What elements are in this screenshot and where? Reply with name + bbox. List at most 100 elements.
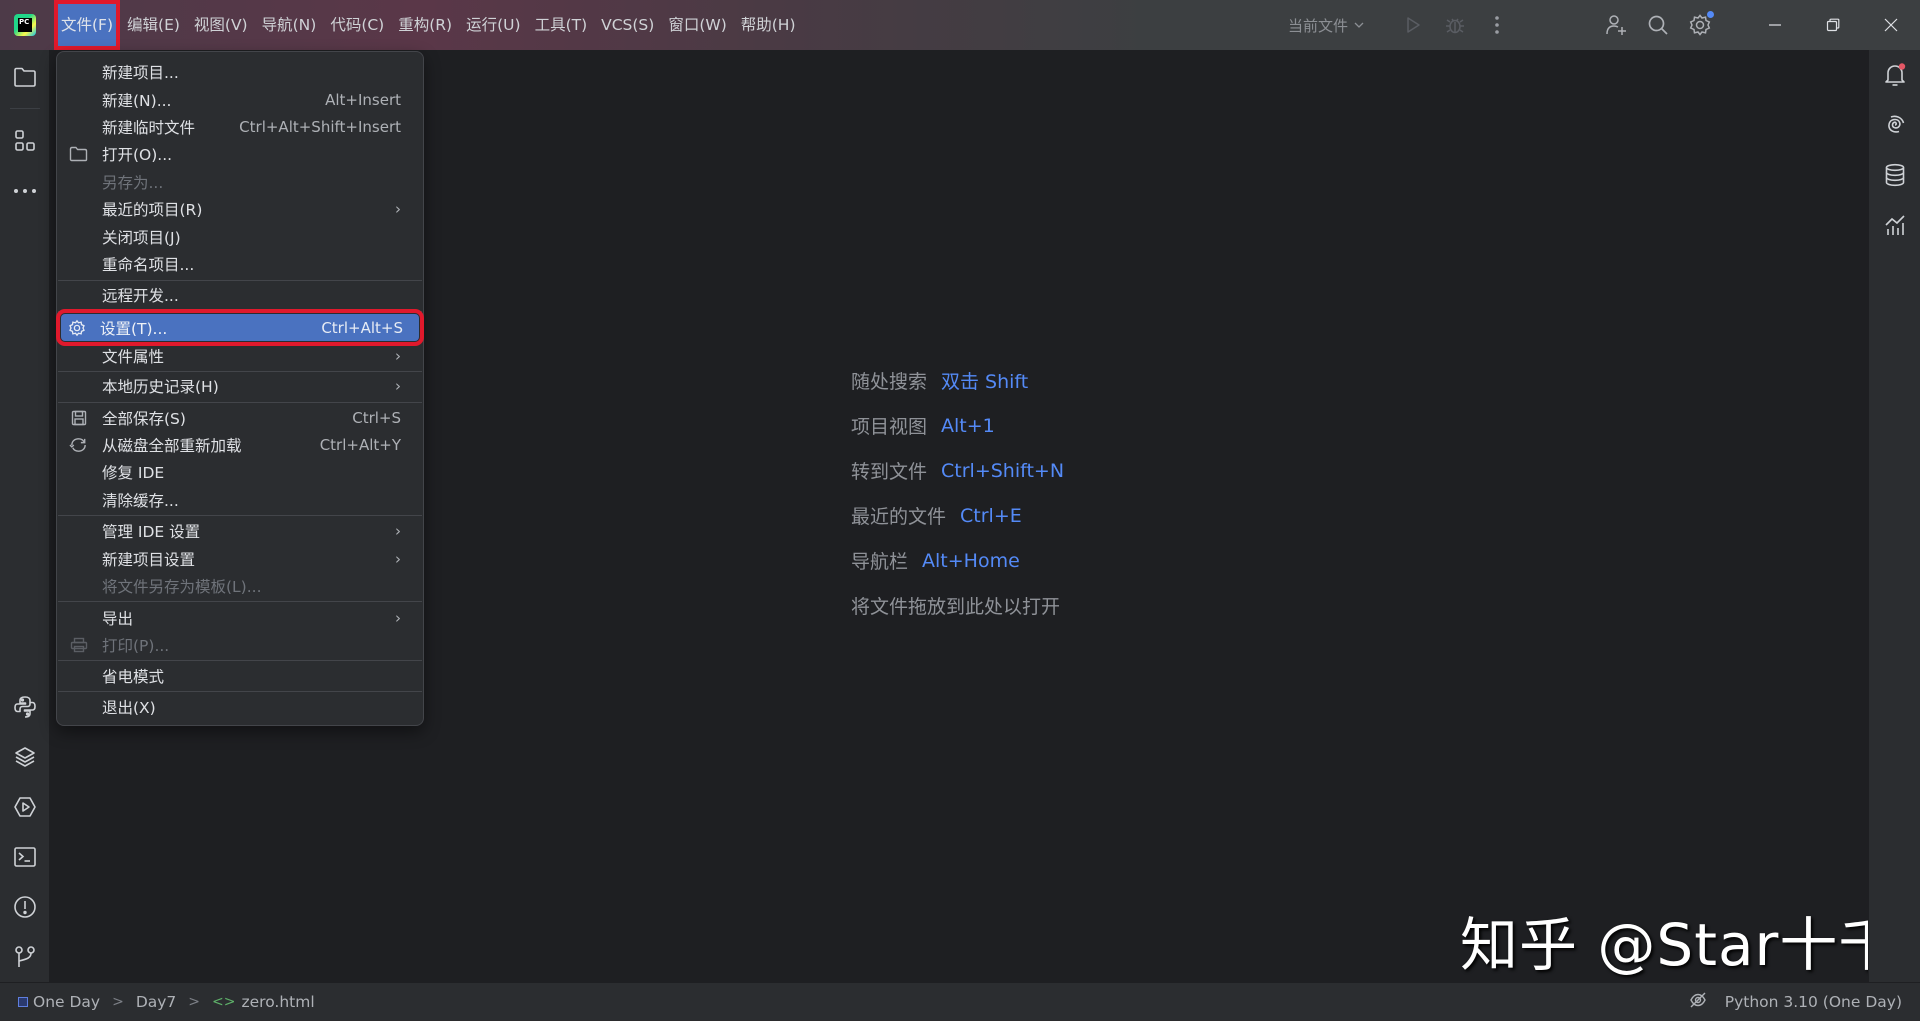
chevron-right-icon: › bbox=[395, 199, 401, 218]
more-vertical-icon[interactable] bbox=[1479, 7, 1515, 43]
pycharm-logo-icon[interactable]: PC bbox=[14, 14, 36, 36]
menu-item-file-properties[interactable]: 文件属性 › bbox=[63, 342, 417, 369]
hint-label: 转到文件 bbox=[851, 461, 928, 483]
menu-item-local-history[interactable]: 本地历史记录(H) › bbox=[63, 372, 417, 399]
structure-icon[interactable] bbox=[12, 128, 38, 154]
main-menu-bar: 文件(F) 编辑(E) 视图(V) 导航(N) 代码(C) 重构(R) 运行(U… bbox=[54, 0, 803, 50]
menu-item-label: 最近的项目(R) bbox=[102, 200, 203, 219]
python-packages-icon[interactable] bbox=[12, 744, 38, 770]
breadcrumb-project[interactable]: One Day bbox=[33, 993, 100, 1011]
menu-item-rename-project[interactable]: 重命名项目... bbox=[63, 250, 417, 277]
hint-shortcut: Alt+Home bbox=[922, 549, 1020, 572]
menu-refactor[interactable]: 重构(R) bbox=[391, 0, 459, 50]
settings-gear-icon[interactable] bbox=[1682, 7, 1718, 43]
minimize-button[interactable] bbox=[1746, 0, 1804, 50]
menu-separator bbox=[58, 691, 422, 692]
run-configuration-label: 当前文件 bbox=[1287, 16, 1348, 35]
sciview-icon[interactable] bbox=[1882, 212, 1908, 238]
menu-file[interactable]: 文件(F) bbox=[54, 0, 121, 50]
menu-item-repair-ide[interactable]: 修复 IDE bbox=[63, 458, 417, 485]
right-tool-window-bar bbox=[1868, 50, 1920, 982]
hint-row: 将文件拖放到此处以打开 bbox=[851, 583, 1074, 628]
menu-item-label: 关闭项目(J) bbox=[102, 228, 181, 247]
breadcrumb: One Day > Day7 > <> zero.html bbox=[18, 993, 315, 1011]
menu-item-new-project-setup[interactable]: 新建项目设置 › bbox=[63, 545, 417, 572]
menu-item-new[interactable]: 新建(N)... Alt+Insert bbox=[63, 86, 417, 113]
hint-row: 最近的文件 Ctrl+E bbox=[851, 493, 1074, 538]
menu-item-export[interactable]: 导出 › bbox=[63, 604, 417, 631]
hint-label: 导航栏 bbox=[851, 551, 909, 573]
menu-item-label: 远程开发... bbox=[102, 286, 179, 305]
chevron-right-icon: › bbox=[395, 346, 401, 365]
hint-label: 将文件拖放到此处以打开 bbox=[851, 596, 1061, 618]
menu-item-shortcut: Ctrl+Alt+Y bbox=[319, 435, 401, 454]
database-icon[interactable] bbox=[1882, 162, 1908, 188]
menu-tools[interactable]: 工具(T) bbox=[528, 0, 595, 50]
menu-vcs[interactable]: VCS(S) bbox=[594, 0, 661, 50]
save-icon bbox=[69, 408, 88, 427]
services-icon[interactable] bbox=[12, 794, 38, 820]
menu-item-save-all[interactable]: 全部保存(S) Ctrl+S bbox=[63, 404, 417, 431]
left-tool-window-bar bbox=[0, 50, 50, 982]
menu-item-new-project[interactable]: 新建项目... bbox=[63, 58, 417, 85]
ai-assistant-icon[interactable] bbox=[1882, 112, 1908, 138]
menu-item-shortcut: Alt+Insert bbox=[325, 90, 401, 109]
gear-icon bbox=[67, 318, 86, 337]
menu-window[interactable]: 窗口(W) bbox=[661, 0, 733, 50]
watermark: 知乎 @Star十千 bbox=[1460, 911, 1898, 979]
menu-run[interactable]: 运行(U) bbox=[459, 0, 527, 50]
problems-icon[interactable] bbox=[12, 894, 38, 920]
python-console-icon[interactable] bbox=[12, 694, 38, 720]
menu-navigate[interactable]: 导航(N) bbox=[255, 0, 324, 50]
menu-view[interactable]: 视图(V) bbox=[187, 0, 255, 50]
menu-item-label: 新建项目... bbox=[102, 63, 179, 82]
hint-row: 导航栏 Alt+Home bbox=[851, 538, 1074, 583]
python-interpreter-selector[interactable]: Python 3.10 (One Day) bbox=[1725, 993, 1902, 1011]
menu-item-open[interactable]: 打开(O)... bbox=[63, 140, 417, 167]
menu-item-label: 本地历史记录(H) bbox=[102, 377, 219, 396]
chevron-right-icon: › bbox=[395, 608, 401, 627]
hint-shortcut: Ctrl+E bbox=[960, 504, 1022, 527]
menu-item-label: 修复 IDE bbox=[102, 463, 165, 482]
terminal-icon[interactable] bbox=[12, 844, 38, 870]
no-inspections-icon[interactable] bbox=[1689, 991, 1707, 1013]
menu-item-power-save-mode[interactable]: 省电模式 bbox=[63, 662, 417, 689]
menu-item-label: 全部保存(S) bbox=[102, 409, 186, 428]
menu-item-shortcut: Ctrl+Alt+S bbox=[321, 318, 403, 337]
menu-item-reload-from-disk[interactable]: 从磁盘全部重新加载 Ctrl+Alt+Y bbox=[63, 431, 417, 458]
notifications-icon[interactable] bbox=[1882, 62, 1908, 88]
restore-button[interactable] bbox=[1804, 0, 1862, 50]
menu-item-remote-development[interactable]: 远程开发... bbox=[63, 281, 417, 308]
menu-item-new-scratch-file[interactable]: 新建临时文件 Ctrl+Alt+Shift+Insert bbox=[63, 113, 417, 140]
hint-label: 项目视图 bbox=[851, 416, 928, 438]
run-icon[interactable] bbox=[1395, 7, 1431, 43]
status-bar: One Day > Day7 > <> zero.html Python 3.1… bbox=[0, 982, 1920, 1020]
search-icon[interactable] bbox=[1640, 7, 1676, 43]
menu-item-invalidate-caches[interactable]: 清除缓存... bbox=[63, 486, 417, 513]
close-button[interactable] bbox=[1862, 0, 1920, 50]
menu-edit[interactable]: 编辑(E) bbox=[120, 0, 187, 50]
reload-icon bbox=[69, 435, 88, 454]
menu-item-recent-projects[interactable]: 最近的项目(R) › bbox=[63, 195, 417, 222]
add-user-icon[interactable] bbox=[1598, 7, 1634, 43]
breadcrumb-folder[interactable]: Day7 bbox=[136, 993, 176, 1011]
menu-separator bbox=[58, 601, 422, 602]
menu-item-manage-ide-settings[interactable]: 管理 IDE 设置 › bbox=[63, 517, 417, 544]
menu-code[interactable]: 代码(C) bbox=[323, 0, 391, 50]
run-configuration-selector[interactable]: 当前文件 bbox=[1288, 15, 1364, 36]
menu-item-settings[interactable]: 设置(T)... Ctrl+Alt+S bbox=[56, 309, 424, 346]
chevron-right-icon: › bbox=[395, 521, 401, 540]
more-horizontal-icon[interactable] bbox=[12, 178, 38, 204]
debug-icon[interactable] bbox=[1437, 7, 1473, 43]
chevron-right-icon: › bbox=[395, 376, 401, 395]
git-icon[interactable] bbox=[12, 944, 38, 970]
update-badge bbox=[1707, 11, 1714, 18]
menu-item-label: 新建(N)... bbox=[102, 91, 172, 110]
file-menu-dropdown: 新建项目... 新建(N)... Alt+Insert 新建临时文件 Ctrl+… bbox=[56, 51, 424, 726]
menu-separator bbox=[58, 402, 422, 403]
project-folder-icon[interactable] bbox=[12, 64, 38, 90]
menu-item-exit[interactable]: 退出(X) bbox=[63, 693, 417, 720]
menu-item-close-project[interactable]: 关闭项目(J) bbox=[63, 223, 417, 250]
breadcrumb-file[interactable]: zero.html bbox=[242, 993, 315, 1011]
menu-help[interactable]: 帮助(H) bbox=[734, 0, 803, 50]
